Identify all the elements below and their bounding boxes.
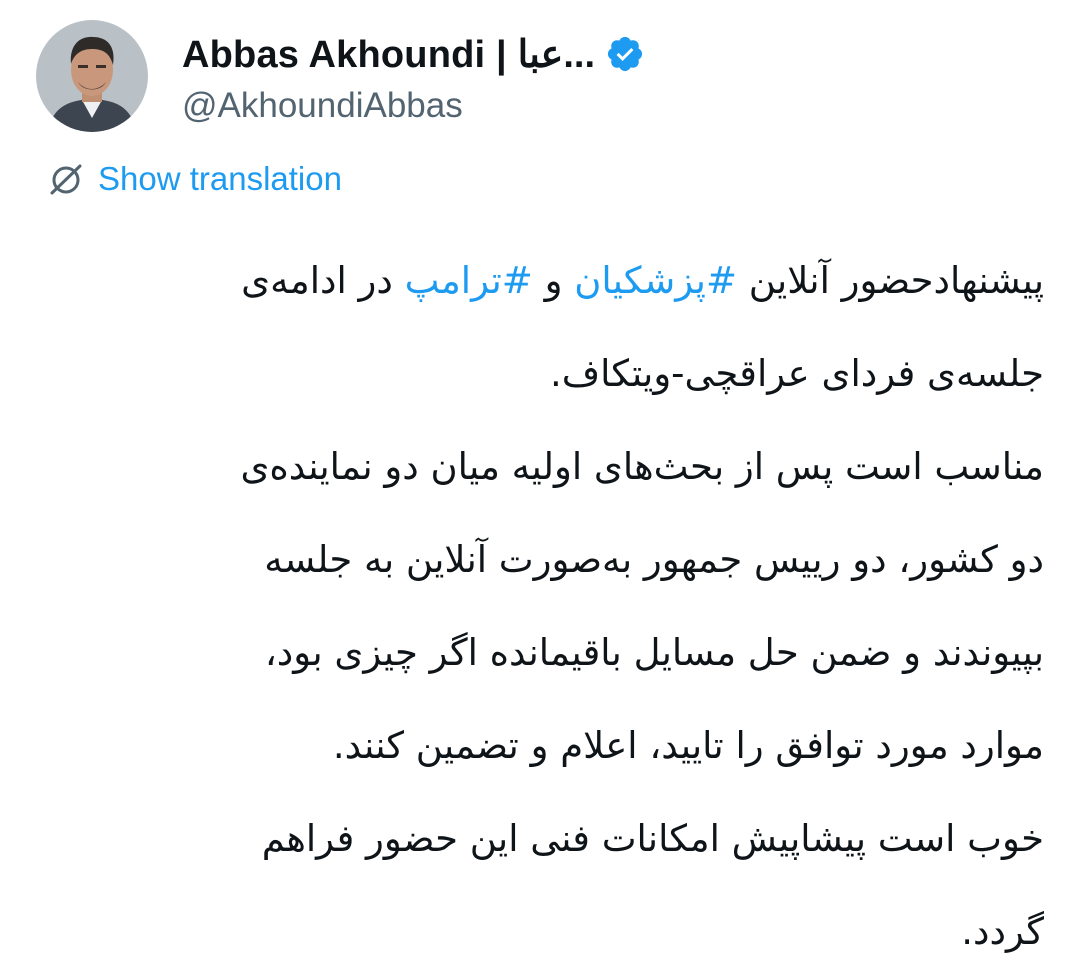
text-segment: در ادامه‌ی	[241, 259, 405, 302]
tweet-line: موارد مورد توافق را تایید، اعلام و تضمین…	[332, 724, 1044, 767]
author-identity: Abbas Akhoundi | عبا... @AkhoundiAbbas	[182, 26, 645, 126]
hashtag-link[interactable]: #پزشکیان	[574, 259, 737, 302]
name-row: Abbas Akhoundi | عبا...	[182, 26, 645, 82]
tweet-line: جلسه‌ی فردای عراقچی-ویتکاف.	[550, 352, 1044, 395]
tweet-line: گردد.	[961, 910, 1044, 953]
hashtag-link[interactable]: #ترامپ	[405, 259, 533, 302]
tweet-line: خوب است پیشاپیش امکانات فنی این حضور فرا…	[261, 817, 1044, 860]
tweet-line: دو کشور، دو رییس جمهور به‌صورت آنلاین به…	[264, 538, 1044, 581]
author-display-name[interactable]: Abbas Akhoundi | عبا...	[182, 32, 595, 77]
tweet-text: پیشنهادحضور آنلاین #پزشکیان و #ترامپ در …	[60, 234, 1044, 966]
verified-badge-icon[interactable]	[605, 34, 645, 74]
profile-photo-icon	[36, 20, 148, 132]
tweet-header: Abbas Akhoundi | عبا... @AkhoundiAbbas	[36, 18, 645, 134]
show-translation-label: Show translation	[98, 160, 342, 197]
tweet-line: مناسب است پس از بحث‌های اولیه میان دو نم…	[240, 445, 1044, 488]
tweet-line: پیشنهادحضور آنلاین #پزشکیان و #ترامپ در …	[60, 234, 1044, 327]
tweet-line: بپیوندند و ضمن حل مسایل باقیمانده اگر چی…	[264, 631, 1044, 674]
show-translation-button[interactable]: Show translation	[46, 156, 342, 202]
author-handle[interactable]: @AkhoundiAbbas	[182, 86, 645, 126]
text-segment: و	[532, 259, 575, 302]
text-segment: پیشنهادحضور آنلاین	[736, 259, 1044, 302]
globe-slash-icon	[46, 159, 86, 199]
avatar[interactable]	[36, 20, 148, 132]
